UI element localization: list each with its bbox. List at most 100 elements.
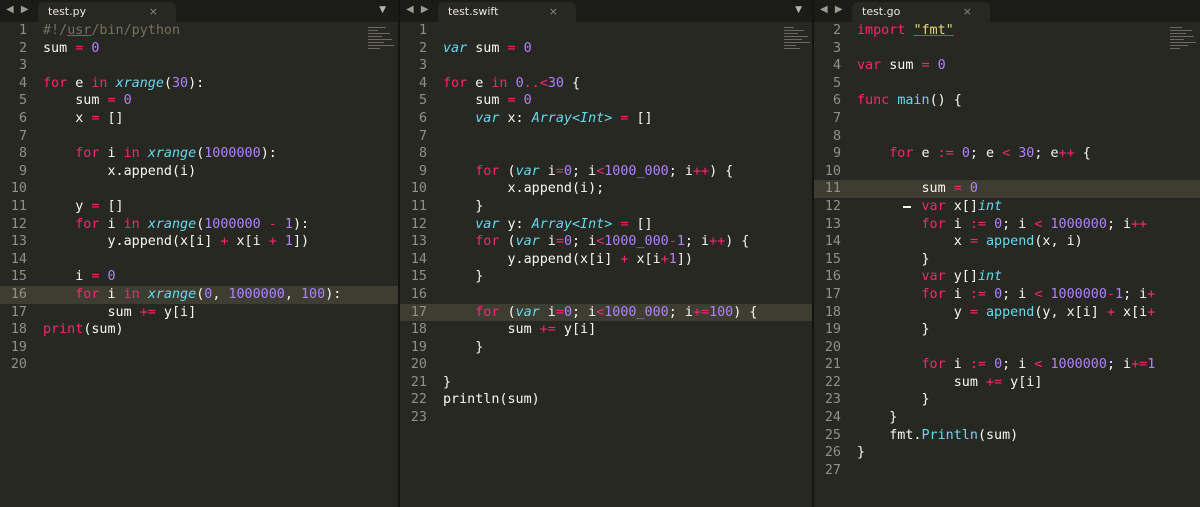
tab-test-swift[interactable]: test.swift ×: [438, 2, 576, 22]
code-line[interactable]: 5: [814, 75, 1200, 93]
code-line[interactable]: 10: [814, 163, 1200, 181]
code-area[interactable]: 2 import "fmt" 3 4 var sum = 0 5 6 func main() …: [814, 22, 1200, 479]
dropdown-triangle-icon[interactable]: ▼: [795, 5, 802, 15]
tab-nav-arrows-icon[interactable]: ◀ ▶: [6, 4, 31, 15]
code-line[interactable]: 1: [400, 22, 814, 40]
tab-nav-arrows-icon[interactable]: ◀ ▶: [820, 4, 845, 15]
code-line[interactable]: 3: [0, 57, 398, 75]
code-token: ; i: [1106, 357, 1132, 373]
close-icon[interactable]: ×: [549, 5, 558, 18]
tab-bar: ◀ ▶ test.go ×: [814, 0, 1200, 22]
code-line[interactable]: 19: [0, 339, 398, 357]
code-line[interactable]: 7: [400, 128, 814, 146]
code-line[interactable]: 15 }: [814, 251, 1200, 269]
line-number: 4: [418, 75, 427, 91]
code-line[interactable]: 12 for i in xrange(1000000 - 1):: [0, 216, 398, 234]
code-line[interactable]: 17 sum += y[i]: [0, 304, 398, 322]
code-line[interactable]: 7: [814, 110, 1200, 128]
code-token: e: [913, 146, 938, 162]
code-line[interactable]: 18 y = append(y, x[i] + x[i+: [814, 304, 1200, 322]
code-line[interactable]: 18 sum += y[i]: [400, 321, 814, 339]
code-line[interactable]: 22 println(sum): [400, 391, 814, 409]
code-line[interactable]: 11 sum = 0: [814, 180, 1200, 198]
code-line[interactable]: 6 var x: Array<Int> = []: [400, 110, 814, 128]
code-line[interactable]: 17 for (var i=0; i<1000_000; i+=100) {: [400, 303, 814, 322]
code-line[interactable]: 4 for e in 0..<30 {: [400, 75, 814, 93]
code-line[interactable]: 25 fmt.Println(sum): [814, 427, 1200, 445]
code-line[interactable]: 2 import "fmt": [814, 22, 1200, 40]
line-number: 2: [832, 23, 841, 38]
code-line[interactable]: 2 var sum = 0: [400, 40, 814, 58]
code-line[interactable]: 23: [400, 409, 814, 427]
tab-test-py[interactable]: test.py ×: [38, 2, 176, 22]
code-line[interactable]: 9 for (var i=0; i<1000_000; i++) {: [400, 163, 814, 181]
code-line[interactable]: 8: [814, 128, 1200, 146]
close-icon[interactable]: ×: [149, 5, 158, 18]
code-text: x.append(i);: [443, 180, 604, 198]
code-line[interactable]: 15 }: [400, 268, 814, 286]
code-line[interactable]: 2 sum = 0: [0, 40, 398, 58]
code-line[interactable]: 19 }: [400, 339, 814, 357]
code-line[interactable]: 11 }: [400, 198, 814, 216]
code-line[interactable]: 11 y = []: [0, 198, 398, 216]
code-line[interactable]: 16: [400, 286, 814, 304]
code-line[interactable]: 3: [814, 40, 1200, 58]
code-line[interactable]: 19 }: [814, 321, 1200, 339]
code-line[interactable]: 4 for e in xrange(30):: [0, 75, 398, 93]
code-line[interactable]: 21 for i := 0; i < 1000000; i+=1: [814, 356, 1200, 374]
code-line[interactable]: 24 }: [814, 409, 1200, 427]
tab-label: test.go: [862, 5, 901, 18]
code-line[interactable]: 13 for (var i=0; i<1000_000-1; i++) {: [400, 233, 814, 251]
code-token: +: [1106, 304, 1115, 320]
code-line[interactable]: 26}: [814, 444, 1200, 462]
code-line[interactable]: 23 }: [814, 391, 1200, 409]
code-line[interactable]: 6 func main() {: [814, 92, 1200, 110]
code-line[interactable]: 9 for e := 0; e < 30; e++ {: [814, 145, 1200, 163]
code-line[interactable]: 13 for i := 0; i < 1000000; i++: [814, 216, 1200, 234]
code-token: ; i: [1002, 357, 1035, 373]
code-line[interactable]: 22 sum += y[i]: [814, 374, 1200, 392]
code-line[interactable]: 12 var x[]int: [814, 198, 1200, 216]
code-line[interactable]: 16 for i in xrange(0, 1000000, 100):: [0, 285, 398, 304]
code-line[interactable]: 16 var y[]int: [814, 268, 1200, 286]
editor-pane-go: ◀ ▶ test.go × 2 import "fmt" 3 4 var sum = 0…: [812, 0, 1200, 507]
code-line[interactable]: 10: [0, 180, 398, 198]
code-text: sum += y[i]: [443, 321, 596, 339]
code-line[interactable]: 20: [400, 356, 814, 374]
code-line[interactable]: 8 for i in xrange(1000000):: [0, 145, 398, 163]
code-text: for (var i=0; i<1000_000; i++) {: [443, 163, 733, 181]
line-number: 27: [824, 462, 841, 478]
code-line[interactable]: 5 sum = 0: [0, 92, 398, 110]
code-line[interactable]: 12 var y: Array<Int> = []: [400, 216, 814, 234]
code-line[interactable]: 14 x = append(x, i): [814, 233, 1200, 251]
line-number: 23: [410, 410, 427, 426]
code-line[interactable]: 4 var sum = 0: [814, 57, 1200, 75]
code-line[interactable]: 8: [400, 145, 814, 163]
code-line[interactable]: 13 y.append(x[i] + x[i + 1]): [0, 233, 398, 251]
code-line[interactable]: 20: [814, 339, 1200, 357]
code-line[interactable]: 5 sum = 0: [400, 92, 814, 110]
code-line[interactable]: 15 i = 0: [0, 268, 398, 286]
code-line[interactable]: 10 x.append(i);: [400, 180, 814, 198]
code-line[interactable]: 3: [400, 57, 814, 75]
code-line[interactable]: 21}: [400, 374, 814, 392]
dropdown-triangle-icon[interactable]: ▼: [379, 5, 386, 15]
code-line[interactable]: 9 x.append(i): [0, 163, 398, 181]
code-line[interactable]: 6 x = []: [0, 110, 398, 128]
tab-test-go[interactable]: test.go ×: [852, 2, 990, 22]
code-line[interactable]: 27: [814, 462, 1200, 480]
code-line[interactable]: 14: [0, 251, 398, 269]
line-number: 10: [10, 181, 27, 197]
code-line[interactable]: 7: [0, 128, 398, 146]
close-icon[interactable]: ×: [963, 5, 972, 18]
code-area[interactable]: 1 2 var sum = 0 3 4 for e in 0..<30 {5 sum = …: [400, 22, 814, 427]
code-line[interactable]: 14 y.append(x[i] + x[i+1]): [400, 251, 814, 269]
code-line[interactable]: 1 #!/usr/bin/python: [0, 22, 398, 40]
code-area[interactable]: 1 #!/usr/bin/python 2 sum = 0 3 4 for e in xra…: [0, 22, 398, 374]
tab-nav-arrows-icon[interactable]: ◀ ▶: [406, 4, 431, 15]
code-line[interactable]: 18 print(sum): [0, 321, 398, 339]
line-number: 19: [824, 322, 841, 338]
code-line[interactable]: 17 for i := 0; i < 1000000-1; i+: [814, 286, 1200, 304]
code-line[interactable]: 20: [0, 356, 398, 374]
